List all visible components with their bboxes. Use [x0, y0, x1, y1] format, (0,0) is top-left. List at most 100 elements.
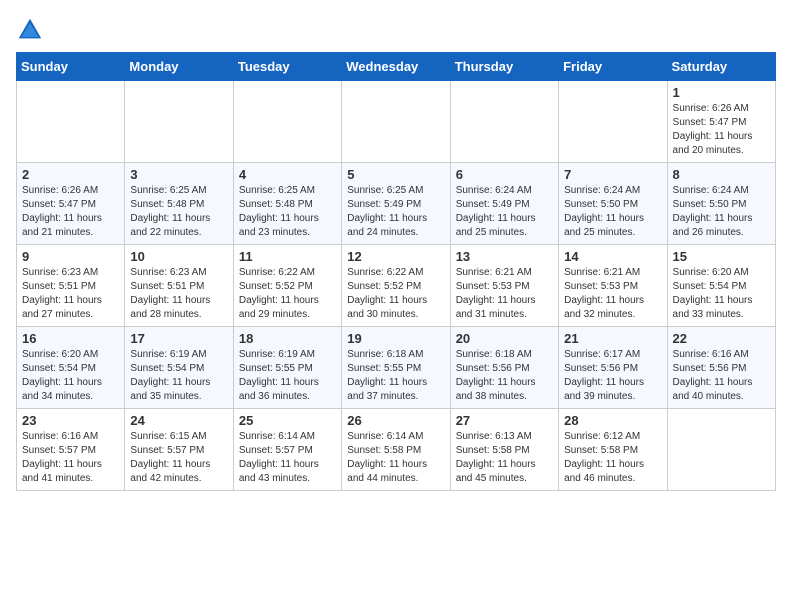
day-number: 1 [673, 85, 770, 100]
day-info: Sunrise: 6:25 AM Sunset: 5:48 PM Dayligh… [239, 184, 336, 240]
day-number: 22 [673, 331, 770, 346]
day-number: 27 [456, 413, 553, 428]
calendar-cell: 23 Sunrise: 6:16 AM Sunset: 5:57 PM Dayli… [17, 409, 125, 491]
day-info: Sunrise: 6:13 AM Sunset: 5:58 PM Dayligh… [456, 430, 553, 486]
calendar-header-row: SundayMondayTuesdayWednesdayThursdayFrid… [17, 53, 776, 81]
day-info: Sunrise: 6:24 AM Sunset: 5:49 PM Dayligh… [456, 184, 553, 240]
day-info: Sunrise: 6:16 AM Sunset: 5:57 PM Dayligh… [22, 430, 119, 486]
day-info: Sunrise: 6:25 AM Sunset: 5:48 PM Dayligh… [130, 184, 227, 240]
day-info: Sunrise: 6:25 AM Sunset: 5:49 PM Dayligh… [347, 184, 444, 240]
calendar-week-3: 9 Sunrise: 6:23 AM Sunset: 5:51 PM Daylig… [17, 245, 776, 327]
calendar-cell: 27 Sunrise: 6:13 AM Sunset: 5:58 PM Dayli… [450, 409, 558, 491]
day-info: Sunrise: 6:26 AM Sunset: 5:47 PM Dayligh… [673, 102, 770, 158]
calendar-cell: 19Sunrise: 6:18 AM Sunset: 5:55 PM Dayli… [342, 327, 450, 409]
calendar-cell: 11Sunrise: 6:22 AM Sunset: 5:52 PM Dayli… [233, 245, 341, 327]
day-info: Sunrise: 6:19 AM Sunset: 5:55 PM Dayligh… [239, 348, 336, 404]
day-info: Sunrise: 6:17 AM Sunset: 5:56 PM Dayligh… [564, 348, 661, 404]
day-number: 23 [22, 413, 119, 428]
day-info: Sunrise: 6:22 AM Sunset: 5:52 PM Dayligh… [239, 266, 336, 322]
day-number: 17 [130, 331, 227, 346]
calendar-cell: 8 Sunrise: 6:24 AM Sunset: 5:50 PM Daylig… [667, 163, 775, 245]
calendar-cell: 2 Sunrise: 6:26 AM Sunset: 5:47 PM Daylig… [17, 163, 125, 245]
page-header [16, 16, 776, 44]
calendar-cell: 4 Sunrise: 6:25 AM Sunset: 5:48 PM Daylig… [233, 163, 341, 245]
calendar-week-5: 23 Sunrise: 6:16 AM Sunset: 5:57 PM Dayli… [17, 409, 776, 491]
day-info: Sunrise: 6:20 AM Sunset: 5:54 PM Dayligh… [673, 266, 770, 322]
day-number: 5 [347, 167, 444, 182]
calendar-cell [559, 81, 667, 163]
calendar-cell: 16 Sunrise: 6:20 AM Sunset: 5:54 PM Dayli… [17, 327, 125, 409]
calendar-header-friday: Friday [559, 53, 667, 81]
day-info: Sunrise: 6:21 AM Sunset: 5:53 PM Dayligh… [456, 266, 553, 322]
day-info: Sunrise: 6:24 AM Sunset: 5:50 PM Dayligh… [673, 184, 770, 240]
day-number: 15 [673, 249, 770, 264]
day-number: 21 [564, 331, 661, 346]
day-number: 3 [130, 167, 227, 182]
calendar-cell [17, 81, 125, 163]
calendar-cell: 17 Sunrise: 6:19 AM Sunset: 5:54 PM Dayli… [125, 327, 233, 409]
calendar-cell: 13 Sunrise: 6:21 AM Sunset: 5:53 PM Dayli… [450, 245, 558, 327]
calendar-cell: 20 Sunrise: 6:18 AM Sunset: 5:56 PM Dayli… [450, 327, 558, 409]
day-info: Sunrise: 6:14 AM Sunset: 5:58 PM Dayligh… [347, 430, 444, 486]
calendar-header-thursday: Thursday [450, 53, 558, 81]
day-info: Sunrise: 6:26 AM Sunset: 5:47 PM Dayligh… [22, 184, 119, 240]
day-info: Sunrise: 6:12 AM Sunset: 5:58 PM Dayligh… [564, 430, 661, 486]
day-number: 20 [456, 331, 553, 346]
calendar-cell [342, 81, 450, 163]
day-info: Sunrise: 6:14 AM Sunset: 5:57 PM Dayligh… [239, 430, 336, 486]
calendar-table: SundayMondayTuesdayWednesdayThursdayFrid… [16, 52, 776, 491]
calendar-week-1: 1 Sunrise: 6:26 AM Sunset: 5:47 PM Daylig… [17, 81, 776, 163]
logo [16, 16, 48, 44]
logo-icon [16, 16, 44, 44]
calendar-cell: 22 Sunrise: 6:16 AM Sunset: 5:56 PM Dayli… [667, 327, 775, 409]
calendar-cell: 14 Sunrise: 6:21 AM Sunset: 5:53 PM Dayli… [559, 245, 667, 327]
day-info: Sunrise: 6:19 AM Sunset: 5:54 PM Dayligh… [130, 348, 227, 404]
day-number: 28 [564, 413, 661, 428]
calendar-header-tuesday: Tuesday [233, 53, 341, 81]
calendar-cell: 24Sunrise: 6:15 AM Sunset: 5:57 PM Dayli… [125, 409, 233, 491]
day-number: 2 [22, 167, 119, 182]
calendar-cell: 25Sunrise: 6:14 AM Sunset: 5:57 PM Dayli… [233, 409, 341, 491]
calendar-cell: 5 Sunrise: 6:25 AM Sunset: 5:49 PM Daylig… [342, 163, 450, 245]
calendar-cell: 21 Sunrise: 6:17 AM Sunset: 5:56 PM Dayli… [559, 327, 667, 409]
day-number: 24 [130, 413, 227, 428]
day-number: 16 [22, 331, 119, 346]
day-number: 19 [347, 331, 444, 346]
day-number: 9 [22, 249, 119, 264]
calendar-cell: 3 Sunrise: 6:25 AM Sunset: 5:48 PM Daylig… [125, 163, 233, 245]
calendar-cell: 15 Sunrise: 6:20 AM Sunset: 5:54 PM Dayli… [667, 245, 775, 327]
calendar-cell: 12 Sunrise: 6:22 AM Sunset: 5:52 PM Dayli… [342, 245, 450, 327]
day-info: Sunrise: 6:20 AM Sunset: 5:54 PM Dayligh… [22, 348, 119, 404]
day-info: Sunrise: 6:16 AM Sunset: 5:56 PM Dayligh… [673, 348, 770, 404]
day-number: 4 [239, 167, 336, 182]
calendar-header-saturday: Saturday [667, 53, 775, 81]
calendar-cell: 7 Sunrise: 6:24 AM Sunset: 5:50 PM Daylig… [559, 163, 667, 245]
calendar-cell [450, 81, 558, 163]
day-number: 7 [564, 167, 661, 182]
day-number: 13 [456, 249, 553, 264]
day-number: 6 [456, 167, 553, 182]
day-info: Sunrise: 6:18 AM Sunset: 5:56 PM Dayligh… [456, 348, 553, 404]
calendar-cell: 28 Sunrise: 6:12 AM Sunset: 5:58 PM Dayli… [559, 409, 667, 491]
day-info: Sunrise: 6:22 AM Sunset: 5:52 PM Dayligh… [347, 266, 444, 322]
calendar-header-monday: Monday [125, 53, 233, 81]
day-number: 10 [130, 249, 227, 264]
calendar-cell: 26 Sunrise: 6:14 AM Sunset: 5:58 PM Dayli… [342, 409, 450, 491]
calendar-cell [667, 409, 775, 491]
day-number: 12 [347, 249, 444, 264]
day-number: 14 [564, 249, 661, 264]
day-info: Sunrise: 6:23 AM Sunset: 5:51 PM Dayligh… [130, 266, 227, 322]
day-info: Sunrise: 6:24 AM Sunset: 5:50 PM Dayligh… [564, 184, 661, 240]
calendar-header-wednesday: Wednesday [342, 53, 450, 81]
day-number: 18 [239, 331, 336, 346]
calendar-week-4: 16 Sunrise: 6:20 AM Sunset: 5:54 PM Dayli… [17, 327, 776, 409]
calendar-cell: 6 Sunrise: 6:24 AM Sunset: 5:49 PM Daylig… [450, 163, 558, 245]
day-info: Sunrise: 6:21 AM Sunset: 5:53 PM Dayligh… [564, 266, 661, 322]
calendar-cell: 10 Sunrise: 6:23 AM Sunset: 5:51 PM Dayli… [125, 245, 233, 327]
calendar-cell: 1 Sunrise: 6:26 AM Sunset: 5:47 PM Daylig… [667, 81, 775, 163]
calendar-cell [125, 81, 233, 163]
day-number: 8 [673, 167, 770, 182]
calendar-header-sunday: Sunday [17, 53, 125, 81]
calendar-cell: 9Sunrise: 6:23 AM Sunset: 5:51 PM Daylig… [17, 245, 125, 327]
day-number: 26 [347, 413, 444, 428]
